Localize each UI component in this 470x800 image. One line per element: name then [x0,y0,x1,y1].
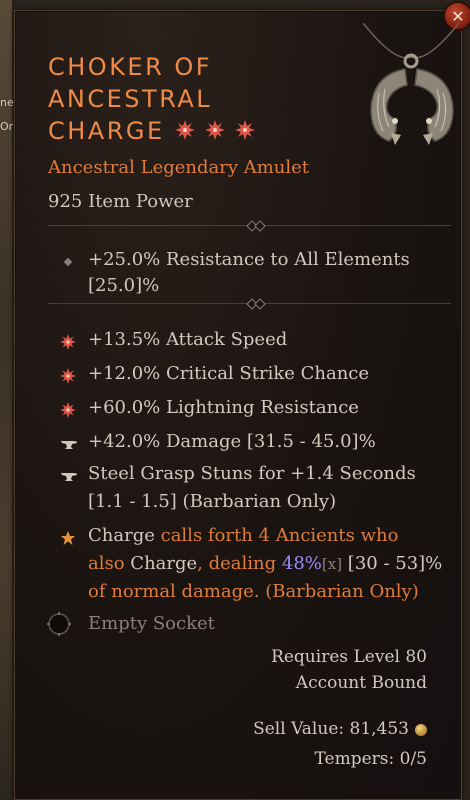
background-text-fragment: ne [0,96,14,109]
item-title-line: Ancestral [48,85,213,113]
affix-text: +13.5% Attack Speed [88,329,288,350]
greater-affix-icon [60,332,76,350]
tempers-count: Tempers: 0/5 [314,749,427,769]
greater-affix-icon [60,366,76,384]
aspect-range: [30 - 53]% [342,553,443,574]
greater-affix-icon [60,400,76,418]
aspect-text: calls forth 4 Ancients who [154,525,399,546]
greater-affix-icon [234,116,255,148]
item-type: Ancestral Legendary Amulet [48,157,310,178]
aspect-multiplier-tag: [x] [321,555,343,573]
background-strip: ne Or [0,0,14,800]
background-text-fragment: Or [0,120,14,133]
sell-value-text: Sell Value: 81,453 [253,719,409,739]
aspect-value: 48% [281,553,322,574]
implicit-affix-range-text: [25.0]% [88,275,160,296]
amulet-item-image [362,23,460,145]
tempered-affix-range-text: [1.1 - 1.5] (Barbarian Only) [88,491,337,512]
affix-text: +60.0% Lightning Resistance [88,397,359,418]
item-title: Choker of Ancestral Charge [48,51,348,148]
aspect-text: also [88,553,131,574]
anvil-icon [60,466,77,482]
aspect-text: , dealing [197,553,282,574]
legendary-aspect-line: also Charge, dealing 48%[x] [30 - 53]% [88,551,448,577]
account-bound: Account Bound [295,673,427,693]
tempered-affix-effect: Stuns for +1.4 Seconds [194,463,416,484]
implicit-affix-text: +25.0% Resistance to All Elements [88,249,410,270]
empty-socket-icon [46,611,72,637]
legendary-star-icon [60,528,76,545]
tempered-affix-text: Steel Grasp Stuns for +1.4 Seconds [88,461,448,487]
item-title-line: Charge [48,117,165,145]
aspect-skill-name: Charge [130,553,198,574]
legendary-aspect-line: of normal damage. (Barbarian Only) [88,581,419,602]
tempered-affix-name: Steel Grasp [88,463,195,484]
anvil-icon [60,434,77,450]
item-tooltip: ✕ Choker of Ancestral Charge Ancestral L… [14,1,470,800]
sell-value: Sell Value: 81,453 [253,719,427,739]
section-divider [48,298,451,310]
aspect-skill-name: Charge [88,525,155,546]
gold-coin-icon [415,723,427,736]
affix-text: +12.0% Critical Strike Chance [88,363,370,384]
diamond-bullet-icon [60,252,76,268]
legendary-aspect-line: Charge calls forth 4 Ancients who [88,523,448,549]
item-title-line: Choker of [48,53,213,81]
greater-affix-icon [174,116,195,148]
greater-affix-icon [204,116,225,148]
section-divider [48,220,451,232]
item-title-line-with-affixes: Charge [48,115,348,148]
affix-text: +42.0% Damage [31.5 - 45.0]% [88,431,376,452]
item-power: 925 Item Power [48,191,193,212]
empty-socket-text: Empty Socket [88,613,215,634]
required-level: Requires Level 80 [271,647,427,667]
